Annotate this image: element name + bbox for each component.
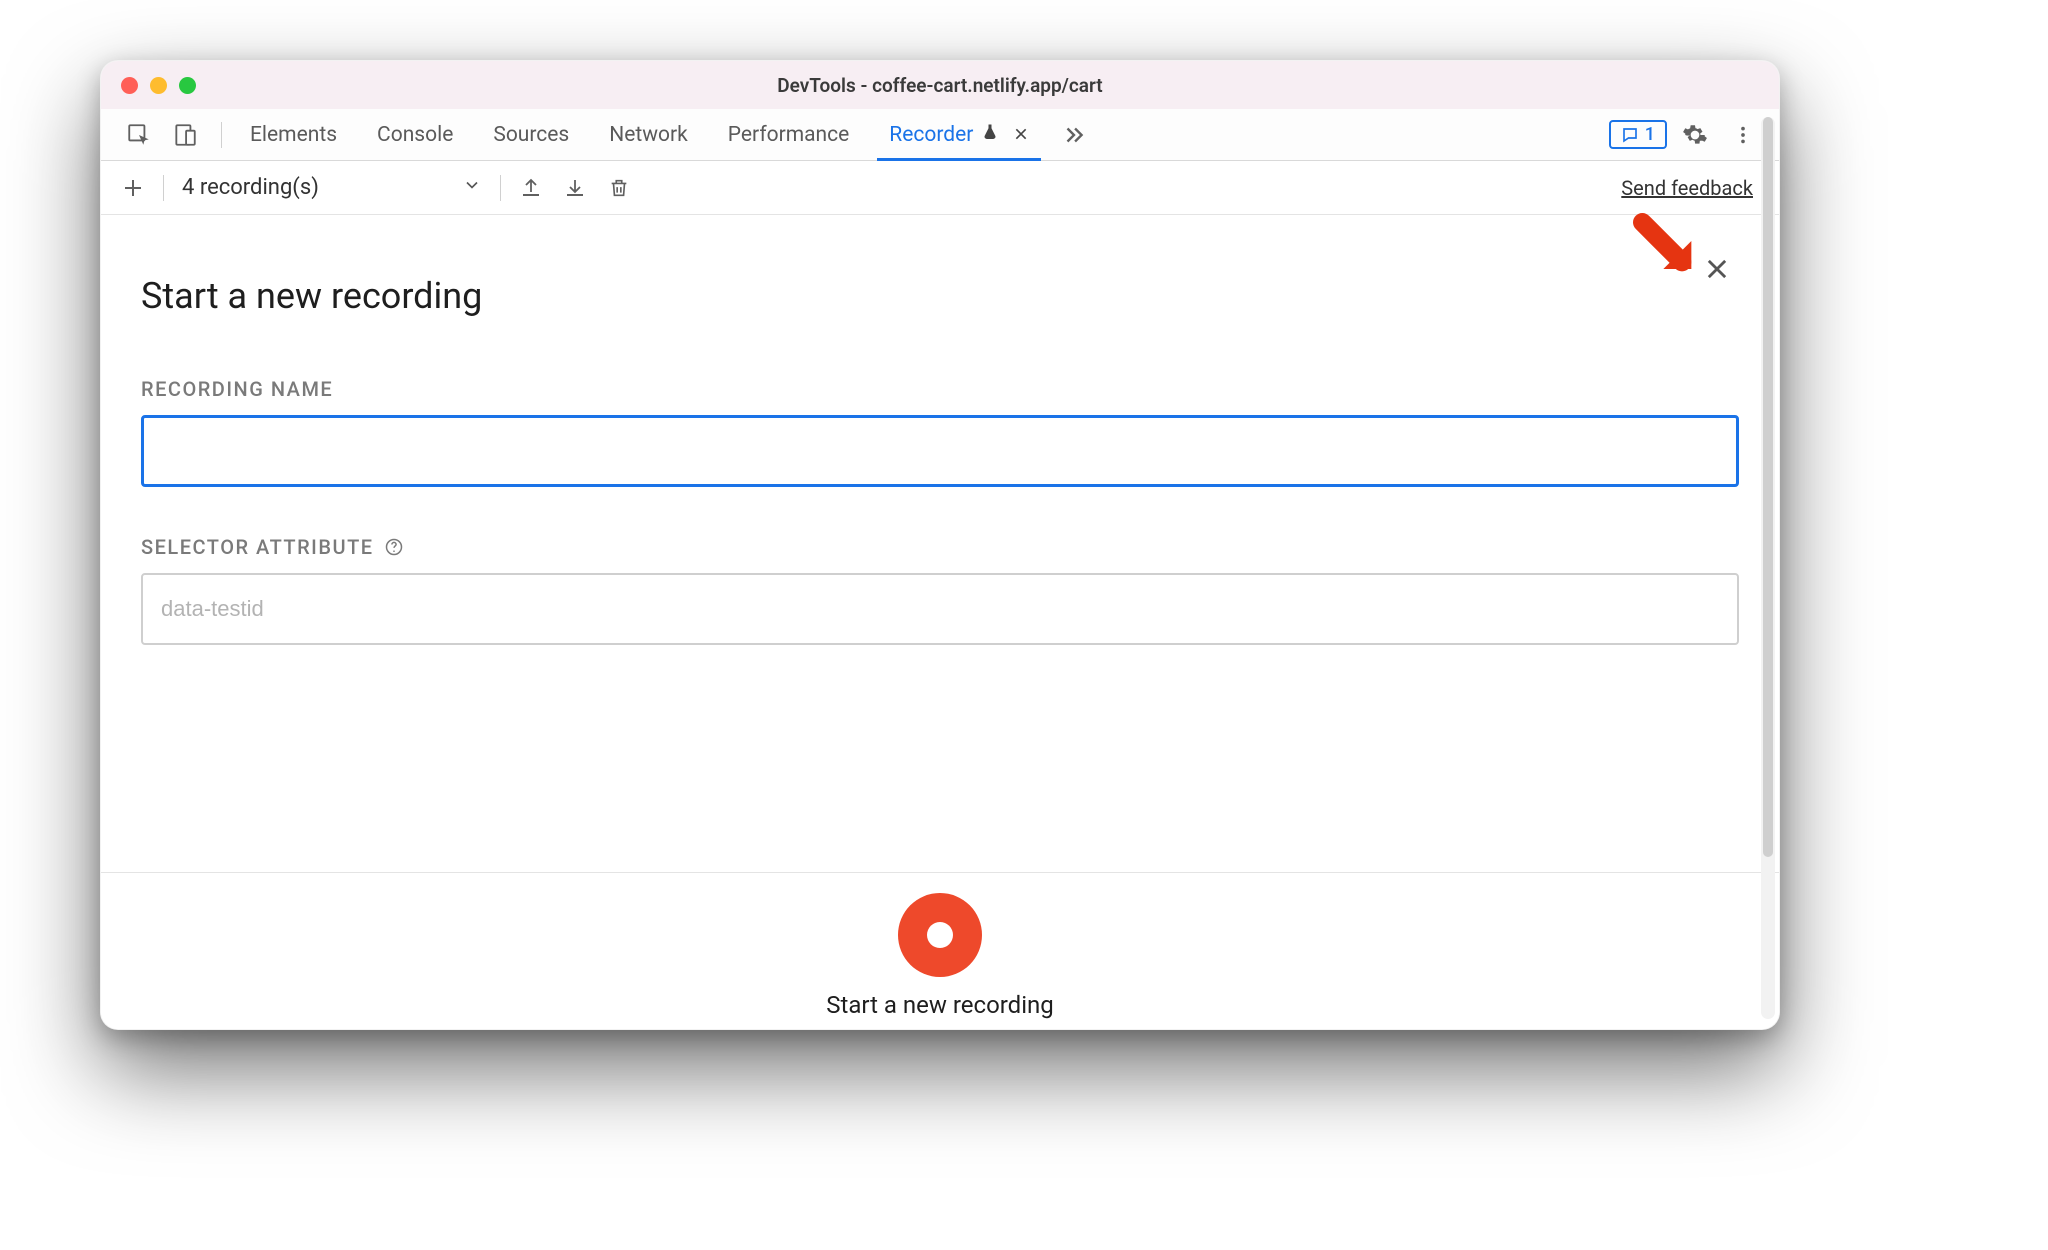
scrollbar-thumb[interactable]: [1763, 117, 1773, 857]
record-button[interactable]: [898, 893, 982, 977]
recorder-toolbar: 4 recording(s) Send feedback: [101, 161, 1779, 215]
tabs-list: Elements Console Sources Network Perform…: [230, 109, 1609, 160]
more-tabs-icon[interactable]: [1049, 109, 1099, 160]
divider: [163, 175, 164, 201]
tab-console[interactable]: Console: [357, 109, 473, 160]
selector-attribute-field: SELECTOR ATTRIBUTE: [141, 535, 1739, 645]
new-recording-icon[interactable]: [111, 166, 155, 210]
import-icon[interactable]: [553, 166, 597, 210]
issues-count: 1: [1645, 124, 1655, 145]
help-icon[interactable]: [384, 537, 404, 557]
send-feedback-link[interactable]: Send feedback: [1621, 176, 1753, 200]
divider: [500, 175, 501, 201]
delete-icon[interactable]: [597, 166, 641, 210]
tab-recorder[interactable]: Recorder: [869, 109, 1049, 160]
recording-name-field: RECORDING NAME: [141, 377, 1739, 487]
issues-badge[interactable]: 1: [1609, 120, 1667, 149]
panel-bottom-bar: Start a new recording: [101, 872, 1779, 1029]
devtools-window: DevTools - coffee-cart.netlify.app/cart: [100, 60, 1780, 1030]
recording-name-input[interactable]: [141, 415, 1739, 487]
tab-label: Performance: [728, 123, 849, 147]
devtools-tabs-row: Elements Console Sources Network Perform…: [101, 109, 1779, 161]
close-panel-icon[interactable]: [1703, 255, 1731, 287]
traffic-lights: [121, 77, 196, 94]
inspect-element-icon[interactable]: [119, 115, 159, 155]
flask-icon: [981, 123, 999, 147]
window-titlebar: DevTools - coffee-cart.netlify.app/cart: [101, 61, 1779, 109]
recorder-panel: Start a new recording RECORDING NAME SEL…: [101, 215, 1779, 1029]
tab-label: Console: [377, 123, 453, 147]
export-icon[interactable]: [509, 166, 553, 210]
kebab-menu-icon[interactable]: [1723, 115, 1763, 155]
recording-name-label: RECORDING NAME: [141, 377, 1739, 401]
chat-icon: [1621, 126, 1639, 144]
close-tab-icon[interactable]: [1013, 123, 1029, 147]
tab-sources[interactable]: Sources: [473, 109, 589, 160]
tab-label: Network: [609, 123, 688, 147]
window-title: DevTools - coffee-cart.netlify.app/cart: [101, 74, 1779, 97]
tab-label: Elements: [250, 123, 337, 147]
panel-title: Start a new recording: [141, 275, 1739, 317]
record-button-label: Start a new recording: [826, 991, 1054, 1019]
recordings-dropdown[interactable]: 4 recording(s): [172, 175, 492, 201]
record-dot-icon: [927, 922, 953, 948]
device-toolbar-icon[interactable]: [165, 115, 205, 155]
tab-elements[interactable]: Elements: [230, 109, 357, 160]
tab-network[interactable]: Network: [589, 109, 708, 160]
tab-performance[interactable]: Performance: [708, 109, 869, 160]
minimize-window-button[interactable]: [150, 77, 167, 94]
tab-label: Recorder: [889, 123, 973, 147]
maximize-window-button[interactable]: [179, 77, 196, 94]
scrollbar[interactable]: [1761, 117, 1775, 1019]
selector-attribute-label: SELECTOR ATTRIBUTE: [141, 535, 374, 559]
dropdown-label: 4 recording(s): [182, 175, 342, 200]
tab-label: Sources: [493, 123, 569, 147]
annotation-arrow-icon: [1633, 213, 1703, 287]
chevron-down-icon: [462, 175, 482, 201]
divider: [221, 122, 222, 148]
selector-attribute-input[interactable]: [141, 573, 1739, 645]
settings-icon[interactable]: [1675, 115, 1715, 155]
close-window-button[interactable]: [121, 77, 138, 94]
